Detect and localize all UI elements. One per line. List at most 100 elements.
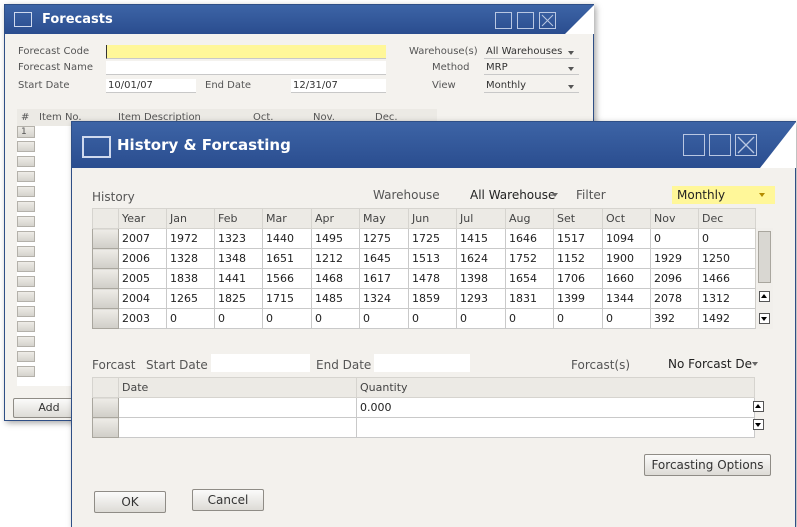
- value-cell[interactable]: 1513: [408, 248, 457, 269]
- value-cell[interactable]: 1152: [553, 248, 603, 269]
- forecast-row[interactable]: [92, 417, 755, 438]
- value-cell[interactable]: 1972: [166, 228, 215, 249]
- forcast-end-date-input[interactable]: [374, 354, 470, 372]
- row-header[interactable]: [17, 291, 35, 302]
- value-cell[interactable]: 0: [359, 308, 409, 329]
- value-cell[interactable]: 0: [505, 308, 554, 329]
- col-oct[interactable]: Oct: [602, 208, 651, 229]
- value-cell[interactable]: 1275: [359, 228, 409, 249]
- chevron-down-icon[interactable]: [759, 193, 765, 197]
- row-header[interactable]: [92, 248, 119, 269]
- forecasts-titlebar[interactable]: Forecasts: [5, 5, 594, 34]
- value-cell[interactable]: 0: [456, 308, 506, 329]
- value-cell[interactable]: 1645: [359, 248, 409, 269]
- value-cell[interactable]: 1440: [262, 228, 312, 249]
- row-header[interactable]: 1: [17, 126, 35, 138]
- scroll-thumb[interactable]: [758, 231, 771, 283]
- quantity-cell[interactable]: [356, 417, 755, 438]
- col-apr[interactable]: Apr: [311, 208, 360, 229]
- value-cell[interactable]: 0: [553, 308, 603, 329]
- value-cell[interactable]: 1706: [553, 268, 603, 289]
- value-cell[interactable]: 1651: [262, 248, 312, 269]
- value-cell[interactable]: 1646: [505, 228, 554, 249]
- col-dec[interactable]: Dec: [698, 208, 756, 229]
- row-header[interactable]: [17, 141, 35, 152]
- warehouses-select[interactable]: All Warehouses: [484, 45, 579, 59]
- row-header[interactable]: [17, 246, 35, 257]
- row-header[interactable]: [17, 186, 35, 197]
- col-may[interactable]: May: [359, 208, 409, 229]
- row-header[interactable]: [92, 288, 119, 309]
- close-icon[interactable]: [735, 134, 757, 156]
- value-cell[interactable]: 0: [650, 228, 699, 249]
- value-cell[interactable]: 1859: [408, 288, 457, 309]
- quantity-cell[interactable]: 0.000: [356, 397, 755, 418]
- row-header[interactable]: [92, 308, 119, 329]
- col-jul[interactable]: Jul: [456, 208, 506, 229]
- value-cell[interactable]: 1293: [456, 288, 506, 309]
- history-row[interactable]: 2005 1838 1441 1566 1468 1617 1478 1398 1654 1706…: [92, 268, 756, 289]
- history-row[interactable]: 2007 1972 1323 1440 1495 1275 1725 1415 1646 1517…: [92, 228, 756, 249]
- forecast-scrollbar[interactable]: [750, 397, 767, 437]
- row-header[interactable]: [17, 171, 35, 182]
- value-cell[interactable]: 1825: [214, 288, 263, 309]
- value-cell[interactable]: 1348: [214, 248, 263, 269]
- value-cell[interactable]: 1328: [166, 248, 215, 269]
- col-date[interactable]: Date: [118, 377, 357, 398]
- history-row[interactable]: 2004 1265 1825 1715 1485 1324 1859 1293 1831 1399…: [92, 288, 756, 309]
- history-row[interactable]: 2003 0 0 0 0 0 0 0 0 0 0 392 1492: [92, 308, 756, 329]
- chevron-down-icon[interactable]: [568, 51, 574, 55]
- value-cell[interactable]: 1441: [214, 268, 263, 289]
- forecast-grid[interactable]: Date Quantity 0.000: [92, 377, 755, 438]
- value-cell[interactable]: 1617: [359, 268, 409, 289]
- minimize-icon[interactable]: [683, 134, 705, 156]
- view-select[interactable]: Monthly: [484, 79, 579, 93]
- row-header[interactable]: [92, 417, 119, 438]
- history-scrollbar[interactable]: [755, 228, 773, 329]
- row-header[interactable]: [17, 366, 35, 377]
- row-header[interactable]: [17, 156, 35, 167]
- value-cell[interactable]: 1900: [602, 248, 651, 269]
- year-cell[interactable]: 2005: [118, 268, 167, 289]
- row-header[interactable]: [92, 228, 119, 249]
- value-cell[interactable]: 1478: [408, 268, 457, 289]
- row-header[interactable]: [17, 231, 35, 242]
- value-cell[interactable]: 392: [650, 308, 699, 329]
- value-cell[interactable]: 2078: [650, 288, 699, 309]
- chevron-down-icon[interactable]: [552, 193, 558, 197]
- value-cell[interactable]: 0: [214, 308, 263, 329]
- value-cell[interactable]: 1495: [311, 228, 360, 249]
- value-cell[interactable]: 1398: [456, 268, 506, 289]
- value-cell[interactable]: 0: [262, 308, 312, 329]
- value-cell[interactable]: 1929: [650, 248, 699, 269]
- value-cell[interactable]: 1654: [505, 268, 554, 289]
- cancel-button[interactable]: Cancel: [192, 489, 264, 511]
- row-header[interactable]: [17, 306, 35, 317]
- value-cell[interactable]: 1466: [698, 268, 756, 289]
- value-cell[interactable]: 1492: [698, 308, 756, 329]
- value-cell[interactable]: 0: [698, 228, 756, 249]
- value-cell[interactable]: 1323: [214, 228, 263, 249]
- value-cell[interactable]: 1415: [456, 228, 506, 249]
- col-jan[interactable]: Jan: [166, 208, 215, 229]
- value-cell[interactable]: 0: [166, 308, 215, 329]
- history-row[interactable]: 2006 1328 1348 1651 1212 1645 1513 1624 1752 1152…: [92, 248, 756, 269]
- forcasts-select[interactable]: No Forcast Del: [668, 356, 752, 372]
- value-cell[interactable]: 1831: [505, 288, 554, 309]
- chevron-down-icon[interactable]: [568, 85, 574, 89]
- close-icon[interactable]: [539, 12, 556, 29]
- row-header[interactable]: [17, 216, 35, 227]
- scroll-up-button[interactable]: [759, 291, 770, 302]
- start-date-input[interactable]: 10/01/07: [106, 79, 196, 93]
- col-jun[interactable]: Jun: [408, 208, 457, 229]
- value-cell[interactable]: 1715: [262, 288, 312, 309]
- year-cell[interactable]: 2003: [118, 308, 167, 329]
- date-cell[interactable]: [118, 417, 357, 438]
- value-cell[interactable]: 0: [311, 308, 360, 329]
- value-cell[interactable]: 1468: [311, 268, 360, 289]
- chevron-down-icon[interactable]: [568, 67, 574, 71]
- year-cell[interactable]: 2004: [118, 288, 167, 309]
- row-header[interactable]: [17, 351, 35, 362]
- value-cell[interactable]: 1725: [408, 228, 457, 249]
- value-cell[interactable]: 1752: [505, 248, 554, 269]
